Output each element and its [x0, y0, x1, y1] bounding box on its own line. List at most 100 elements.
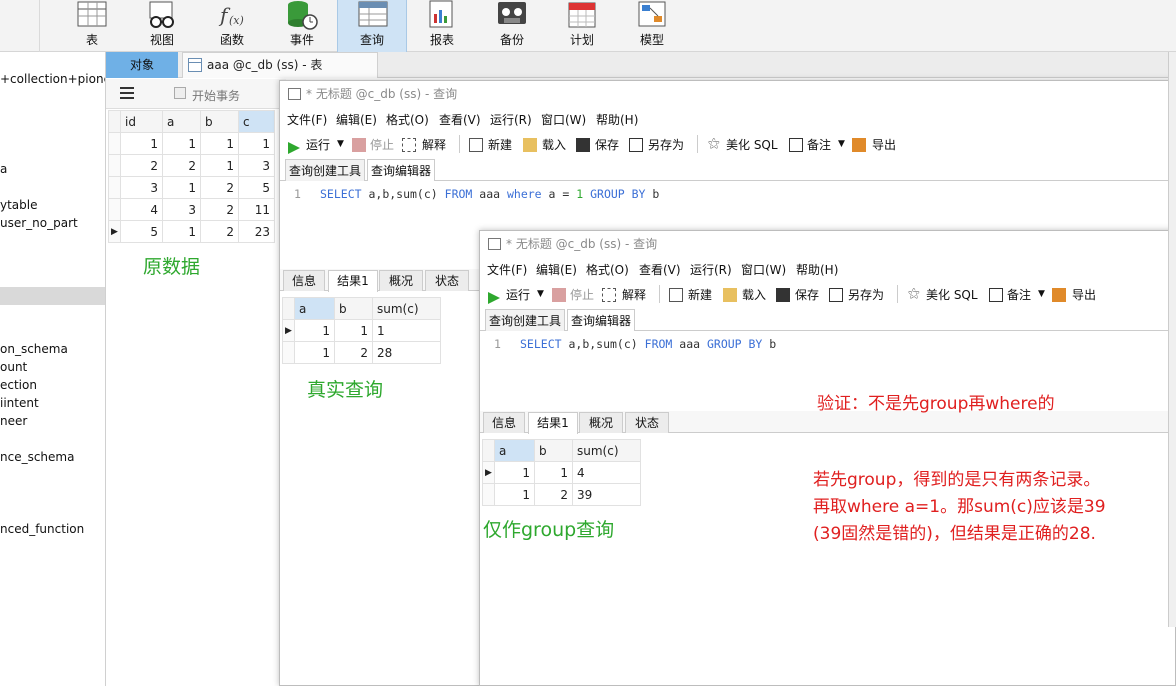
explain-button[interactable]: 解释	[422, 136, 446, 153]
tree-item[interactable]: nce_schema	[0, 450, 74, 464]
save-as-button[interactable]: 另存为	[848, 286, 884, 303]
menu-file[interactable]: 文件(F)	[487, 261, 527, 278]
table-row[interactable]: 1 2 39	[482, 483, 641, 506]
ribbon-backup-button[interactable]: 备份	[477, 0, 547, 52]
note-dropdown-icon[interactable]: ▼	[1038, 289, 1045, 299]
tab-status[interactable]: 状态	[625, 412, 669, 433]
tab-info[interactable]: 信息	[283, 270, 325, 291]
export-button[interactable]: 导出	[872, 136, 896, 153]
table-row[interactable]: 4 3 2 11	[108, 198, 275, 221]
tab-table-aaa[interactable]: aaa @c_db (ss) - 表	[182, 52, 378, 78]
vertical-scrollbar[interactable]	[1168, 52, 1176, 627]
menu-help[interactable]: 帮助(H)	[796, 261, 838, 278]
tab-status[interactable]: 状态	[425, 270, 469, 291]
column-header[interactable]: a	[294, 297, 335, 320]
tab-query-editor[interactable]: 查询编辑器	[367, 159, 436, 181]
menu-edit[interactable]: 编辑(E)	[336, 111, 377, 128]
ribbon-query-button[interactable]: 查询	[337, 0, 407, 52]
table-row[interactable]: ▶ 1 1 1	[282, 319, 441, 342]
beautify-sql-button[interactable]: 美化 SQL	[926, 286, 978, 303]
table-row[interactable]: 1111	[108, 132, 275, 155]
column-header[interactable]: c	[238, 110, 275, 133]
tree-item[interactable]: ection	[0, 378, 37, 392]
stop-button[interactable]: 停止	[370, 136, 394, 153]
table-row[interactable]: ▶ 1 1 4	[482, 461, 641, 484]
run-dropdown-icon[interactable]: ▼	[337, 139, 344, 149]
column-header[interactable]: b	[534, 439, 573, 462]
tree-selected-item[interactable]	[0, 287, 105, 305]
ribbon-report-button[interactable]: 报表	[407, 0, 477, 52]
note-dropdown-icon[interactable]: ▼	[838, 139, 845, 149]
column-header[interactable]: sum(c)	[572, 439, 641, 462]
ribbon-table-button[interactable]: 表	[57, 0, 127, 52]
column-header[interactable]: a	[162, 110, 201, 133]
table-row[interactable]: ▶ 5 1 2 23	[108, 220, 275, 243]
stop-button[interactable]: 停止	[570, 286, 594, 303]
object-tree[interactable]: +collection+pionee a ytable user_no_part…	[0, 52, 106, 686]
tab-query-builder[interactable]: 查询创建工具	[285, 159, 366, 181]
tree-item[interactable]: on_schema	[0, 342, 68, 356]
beautify-sql-button[interactable]: 美化 SQL	[726, 136, 778, 153]
menu-view[interactable]: 查看(V)	[439, 111, 481, 128]
tree-item[interactable]: user_no_part	[0, 216, 78, 230]
menu-help[interactable]: 帮助(H)	[596, 111, 638, 128]
menu-window[interactable]: 窗口(W)	[541, 111, 586, 128]
sql-code[interactable]: SELECT a,b,sum(c) FROM aaa GROUP BY b	[520, 337, 776, 351]
ribbon-view-button[interactable]: 视图	[127, 0, 197, 52]
table-row[interactable]: 2213	[108, 154, 275, 177]
table-row[interactable]: 1 2 28	[282, 341, 441, 364]
tab-result1[interactable]: 结果1	[528, 412, 578, 434]
column-header[interactable]: id	[120, 110, 163, 133]
tree-item[interactable]: ount	[0, 360, 27, 374]
column-header[interactable]: b	[200, 110, 239, 133]
new-button[interactable]: 新建	[488, 136, 512, 153]
menu-format[interactable]: 格式(O)	[386, 111, 429, 128]
tab-objects[interactable]: 对象	[106, 52, 178, 78]
tree-item[interactable]: nced_function	[0, 522, 84, 536]
load-button[interactable]: 载入	[542, 136, 566, 153]
result-grid-2[interactable]: a b sum(c) ▶ 1 1 4 1 2 39	[482, 439, 641, 506]
ribbon-event-button[interactable]: 事件	[267, 0, 337, 52]
menu-view[interactable]: 查看(V)	[639, 261, 681, 278]
save-as-button[interactable]: 另存为	[648, 136, 684, 153]
column-header[interactable]: b	[334, 297, 373, 320]
sql-editor[interactable]: 1 SELECT a,b,sum(c) FROM aaa GROUP BY b	[480, 331, 1175, 397]
tab-query-editor[interactable]: 查询编辑器	[567, 309, 636, 331]
explain-button[interactable]: 解释	[622, 286, 646, 303]
load-button[interactable]: 载入	[742, 286, 766, 303]
new-button[interactable]: 新建	[688, 286, 712, 303]
original-data-grid[interactable]: id a b c 1111 2213 3125 4 3 2 11 ▶ 5 1 2 23	[108, 110, 276, 243]
run-button[interactable]: 运行	[506, 286, 530, 303]
column-header[interactable]: sum(c)	[372, 297, 441, 320]
save-button[interactable]: 保存	[795, 286, 819, 303]
save-button[interactable]: 保存	[595, 136, 619, 153]
menu-run[interactable]: 运行(R)	[490, 111, 532, 128]
run-dropdown-icon[interactable]: ▼	[537, 289, 544, 299]
result-grid-1[interactable]: a b sum(c) ▶ 1 1 1 1 2 28	[282, 297, 441, 364]
tab-info[interactable]: 信息	[483, 412, 525, 433]
menu-run[interactable]: 运行(R)	[690, 261, 732, 278]
tree-item[interactable]: a	[0, 162, 7, 176]
tab-query-builder[interactable]: 查询创建工具	[485, 309, 566, 331]
tree-item[interactable]: iintent	[0, 396, 39, 410]
tab-profile[interactable]: 概况	[579, 412, 623, 433]
export-button[interactable]: 导出	[1072, 286, 1096, 303]
sql-code[interactable]: SELECT a,b,sum(c) FROM aaa where a = 1 G…	[320, 187, 659, 201]
menu-window[interactable]: 窗口(W)	[741, 261, 786, 278]
begin-transaction-button[interactable]: 开始事务	[192, 87, 240, 104]
note-button[interactable]: 备注	[1007, 286, 1031, 303]
column-header[interactable]: a	[494, 439, 535, 462]
tree-item[interactable]: +collection+pionee	[0, 72, 105, 86]
tree-item[interactable]: ytable	[0, 198, 38, 212]
note-button[interactable]: 备注	[807, 136, 831, 153]
menu-icon[interactable]	[120, 87, 134, 99]
tab-profile[interactable]: 概况	[379, 270, 423, 291]
menu-file[interactable]: 文件(F)	[287, 111, 327, 128]
run-button[interactable]: 运行	[306, 136, 330, 153]
table-row[interactable]: 3125	[108, 176, 275, 199]
ribbon-model-button[interactable]: 模型	[617, 0, 687, 52]
tab-result1[interactable]: 结果1	[328, 270, 378, 292]
menu-edit[interactable]: 编辑(E)	[536, 261, 577, 278]
ribbon-schedule-button[interactable]: 计划	[547, 0, 617, 52]
tree-item[interactable]: neer	[0, 414, 27, 428]
